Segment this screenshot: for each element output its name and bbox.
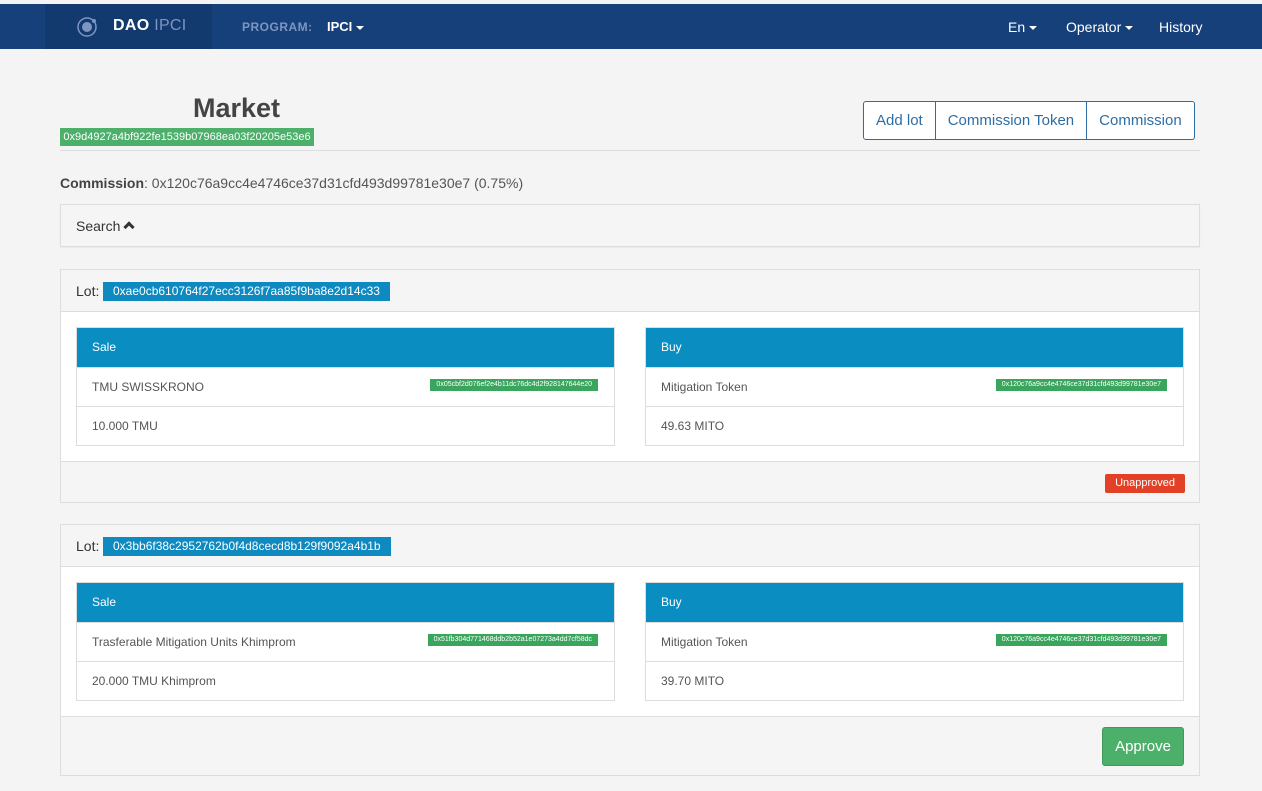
unapproved-badge: Unapproved	[1105, 474, 1185, 493]
add-lot-button[interactable]: Add lot	[863, 101, 936, 140]
buy-table: Buy Mitigation Token 0x120c76a9cc4e4746c…	[645, 327, 1184, 446]
program-label: PROGRAM:	[242, 20, 313, 34]
sale-table: Sale TMU SWISSKRONO 0x05cbf2d076ef2e4b11…	[76, 327, 615, 446]
brand-name: DAO IPCI	[113, 17, 187, 35]
commission-label: Commission	[60, 175, 145, 191]
sale-token-row: Trasferable Mitigation Units Khimprom 0x…	[77, 622, 614, 661]
buy-amount-row: 39.70 MITO	[646, 661, 1183, 700]
page-title: Market	[193, 93, 281, 123]
buy-amount-row: 49.63 MITO	[646, 406, 1183, 445]
dao-logo-icon	[77, 17, 97, 37]
brand-light: IPCI	[154, 17, 187, 34]
sale-amount-row: 10.000 TMU	[77, 406, 614, 445]
search-toggle[interactable]: Search	[76, 218, 136, 234]
search-label: Search	[76, 218, 121, 234]
lot-header: Lot: 0xae0cb610764f27ecc3126f7aa85f9ba8e…	[61, 270, 1199, 312]
lot-footer: Unapproved	[61, 461, 1199, 502]
buy-token-name: Mitigation Token	[661, 635, 748, 649]
lot-id-badge: 0x3bb6f38c2952762b0f4d8cecd8b129f9092a4b…	[103, 537, 391, 556]
divider	[60, 150, 1200, 151]
sale-token-row: TMU SWISSKRONO 0x05cbf2d076ef2e4b11dc76d…	[77, 367, 614, 406]
chevron-up-icon	[123, 221, 136, 233]
language-dropdown[interactable]: En	[1008, 19, 1038, 35]
caret-down-icon	[356, 25, 365, 30]
role-dropdown[interactable]: Operator	[1066, 19, 1134, 35]
sale-token-name: TMU SWISSKRONO	[92, 380, 205, 394]
brand[interactable]: DAO IPCI	[45, 4, 212, 49]
sale-token-address: 0x05cbf2d076ef2e4b11dc76dc4d2f928147644e…	[430, 379, 598, 391]
brand-bold: DAO	[113, 17, 150, 34]
buy-token-row: Mitigation Token 0x120c76a9cc4e4746ce37d…	[646, 367, 1183, 406]
caret-down-icon	[1125, 26, 1134, 31]
buy-amount: 49.63 MITO	[661, 419, 725, 433]
commission-value: : 0x120c76a9cc4e4746ce37d31cfd493d99781e…	[144, 175, 524, 191]
buy-token-address: 0x120c76a9cc4e4746ce37d31cfd493d99781e30…	[995, 379, 1167, 391]
lot-card: Lot: 0x3bb6f38c2952762b0f4d8cecd8b129f90…	[60, 524, 1200, 776]
role-value: Operator	[1066, 19, 1122, 35]
search-panel[interactable]: Search	[60, 204, 1200, 247]
buy-header: Buy	[646, 583, 1183, 622]
sale-table: Sale Trasferable Mitigation Units Khimpr…	[76, 582, 615, 701]
buy-header: Buy	[646, 328, 1183, 367]
buy-amount: 39.70 MITO	[661, 674, 725, 688]
lot-label: Lot:	[76, 538, 100, 554]
lot-id-badge: 0xae0cb610764f27ecc3126f7aa85f9ba8e2d14c…	[103, 282, 390, 301]
lot-footer: Approve	[61, 716, 1199, 775]
sale-amount: 10.000 TMU	[92, 419, 158, 433]
program-dropdown[interactable]: IPCI	[327, 19, 365, 34]
lot-card: Lot: 0xae0cb610764f27ecc3126f7aa85f9ba8e…	[60, 269, 1200, 503]
commission-button[interactable]: Commission	[1087, 101, 1195, 140]
lot-header: Lot: 0x3bb6f38c2952762b0f4d8cecd8b129f90…	[61, 525, 1199, 567]
action-button-group: Add lot Commission Token Commission	[863, 101, 1195, 140]
sale-header: Sale	[77, 583, 614, 622]
sale-amount: 20.000 TMU Khimprom	[92, 674, 216, 688]
commission-info: Commission: 0x120c76a9cc4e4746ce37d31cfd…	[60, 175, 523, 191]
buy-token-name: Mitigation Token	[661, 380, 748, 394]
language-value: En	[1008, 19, 1026, 35]
sale-amount-row: 20.000 TMU Khimprom	[77, 661, 614, 700]
program-value: IPCI	[327, 19, 353, 34]
caret-down-icon	[1029, 26, 1038, 31]
sale-token-name: Trasferable Mitigation Units Khimprom	[92, 635, 296, 649]
buy-token-address: 0x120c76a9cc4e4746ce37d31cfd493d99781e30…	[995, 634, 1167, 646]
buy-table: Buy Mitigation Token 0x120c76a9cc4e4746c…	[645, 582, 1184, 701]
sale-token-address: 0x51fb304d771468ddb2b52a1e07273a4dd7cf58…	[427, 634, 598, 646]
history-link[interactable]: History	[1159, 19, 1203, 35]
market-address-badge: 0x9d4927a4bf922fe1539b07968ea03f20205e53…	[60, 128, 314, 146]
commission-token-button[interactable]: Commission Token	[935, 101, 1088, 140]
approve-button[interactable]: Approve	[1102, 727, 1184, 766]
lot-label: Lot:	[76, 283, 100, 299]
buy-token-row: Mitigation Token 0x120c76a9cc4e4746ce37d…	[646, 622, 1183, 661]
navbar: DAO IPCI PROGRAM: IPCI En Operator Histo…	[0, 4, 1262, 49]
sale-header: Sale	[77, 328, 614, 367]
